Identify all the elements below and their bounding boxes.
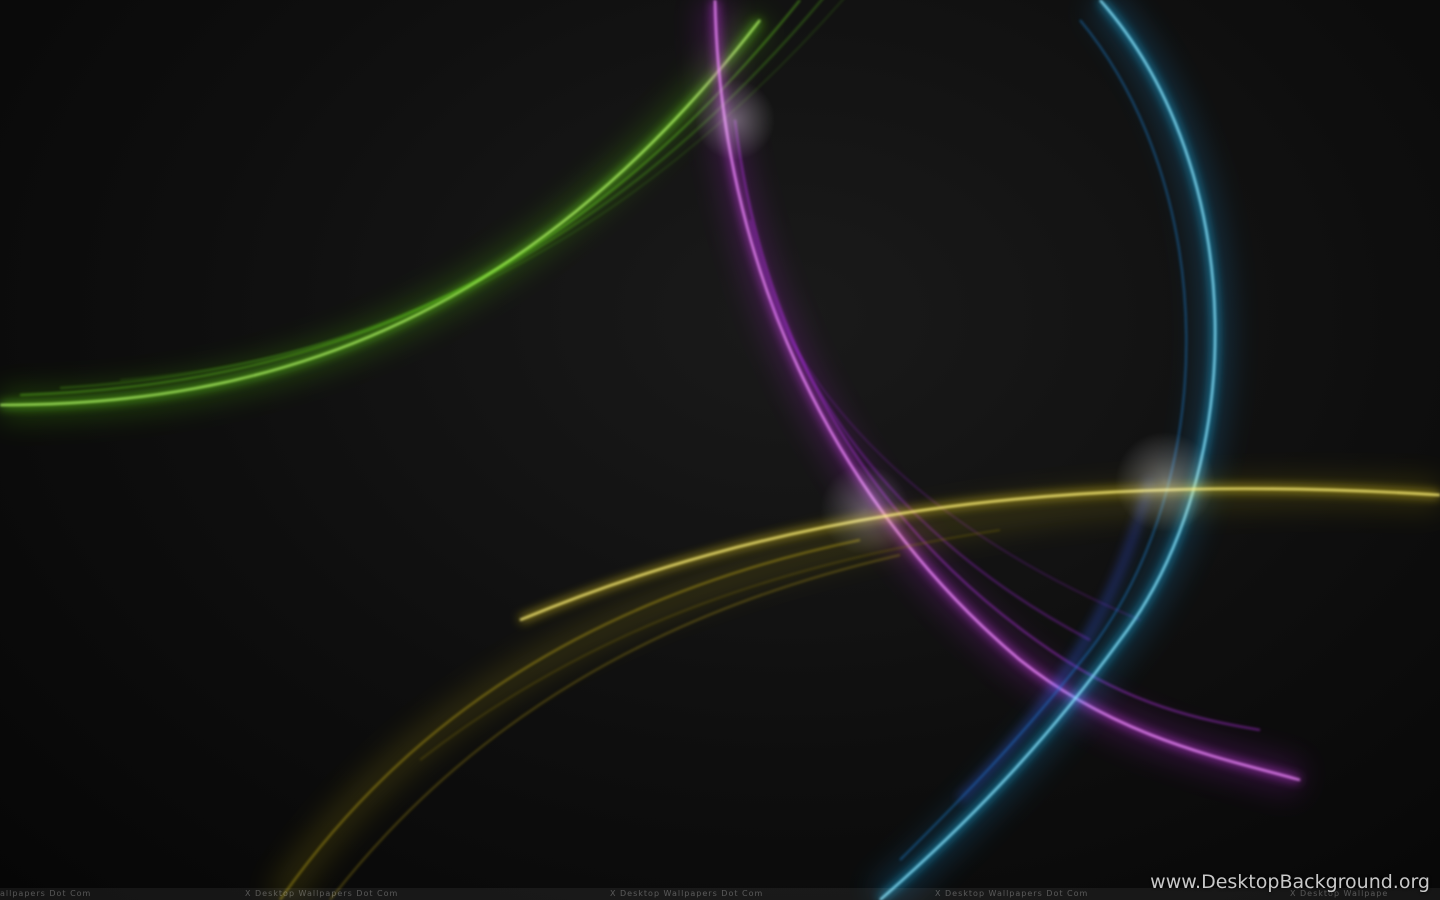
site-credit-text: www.DesktopBackground.org xyxy=(1150,871,1430,893)
highlight-spark xyxy=(695,80,775,160)
highlight-spark xyxy=(820,465,910,555)
watermark-strip-text: X Desktop Wallpapers Dot Com xyxy=(610,889,764,898)
highlight-spark xyxy=(1115,432,1215,532)
watermark-strip-text: allpapers Dot Com xyxy=(0,889,92,898)
watermark-strip-text: X Desktop Wallpapers Dot Com xyxy=(935,889,1089,898)
wallpaper-image: allpapers Dot Com X Desktop Wallpapers D… xyxy=(0,0,1440,900)
watermark-strip-text: X Desktop Wallpapers Dot Com xyxy=(245,889,399,898)
light-streaks xyxy=(0,0,1440,900)
